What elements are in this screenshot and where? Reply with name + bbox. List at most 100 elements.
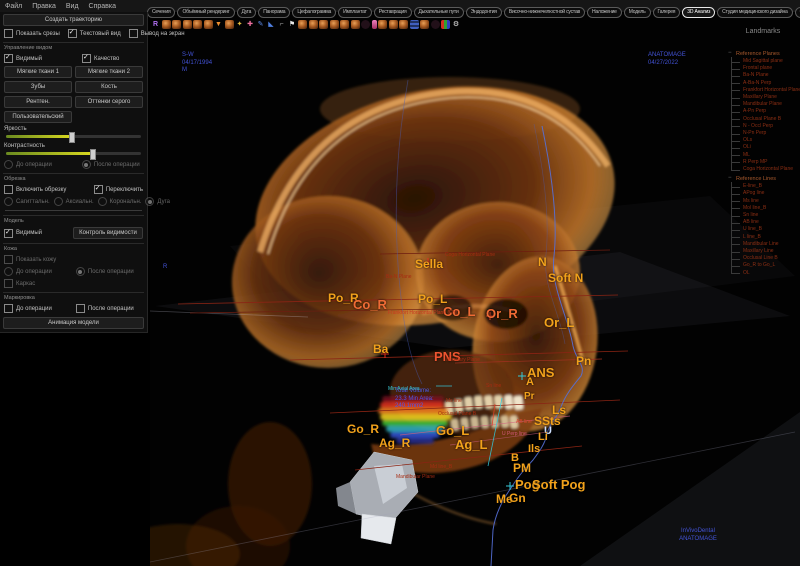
preset-button-6[interactable]: Пользовательский <box>4 111 72 123</box>
grid-icon[interactable] <box>409 20 419 29</box>
flip-clipping-checkbox[interactable]: Переключить <box>93 184 143 194</box>
tree-item[interactable]: Go_R to Go_L <box>731 262 800 269</box>
gear-icon[interactable]: ⚙ <box>452 20 461 29</box>
tree-item[interactable]: A-Ba-N Perp <box>731 80 800 87</box>
tab-Височно-нижнечелюстной сустав[interactable]: Височно-нижнечелюстной сустав <box>503 7 585 18</box>
skull-icon[interactable] <box>182 20 192 29</box>
flag-icon[interactable]: ⚑ <box>288 20 297 29</box>
skull-icon[interactable] <box>172 20 181 29</box>
text-view-checkbox[interactable]: Текстовый вид <box>67 28 121 38</box>
tree-item[interactable]: Occlusal Plane B <box>731 116 800 123</box>
arrow-icon[interactable]: ▼ <box>214 20 223 29</box>
tree-item[interactable]: Sn line <box>731 212 800 219</box>
tree-item[interactable]: Ms line <box>731 198 800 205</box>
pre-op-radio[interactable]: До операции <box>4 160 52 169</box>
skull-icon[interactable] <box>193 20 202 29</box>
tree-item[interactable]: L line_B <box>731 234 800 241</box>
tree-item[interactable]: Mandibular Line <box>731 241 800 248</box>
skull-icon[interactable] <box>224 20 234 29</box>
menu-item-Вид[interactable]: Вид <box>66 3 79 10</box>
tab-Объёмный рендеринг[interactable]: Объёмный рендеринг <box>177 7 235 18</box>
skull-icon[interactable] <box>420 20 429 29</box>
tree-item[interactable]: Coga Horizontal Plane <box>731 166 800 173</box>
skull-icon[interactable] <box>388 20 398 29</box>
tab-Эндодонтия[interactable]: Эндодонтия <box>465 7 502 18</box>
tree-item[interactable]: OLs <box>731 137 800 144</box>
enable-clipping-checkbox[interactable]: Включить обрезку <box>4 185 66 194</box>
pencil-icon[interactable]: ✎ <box>256 20 265 29</box>
skull-icon[interactable] <box>329 20 339 29</box>
skin-post-op-radio[interactable]: После операции <box>75 267 134 276</box>
r-icon[interactable]: R <box>151 20 160 29</box>
clip-mode-Дуга[interactable]: Дуга <box>145 197 170 206</box>
tab-Наложение[interactable]: Наложение <box>587 7 622 18</box>
tab-Дуга[interactable]: Дуга <box>236 7 257 18</box>
skull-icon[interactable] <box>399 20 408 29</box>
skull-icon[interactable] <box>203 20 213 29</box>
tree-item[interactable]: Ba-N Plane <box>731 72 800 79</box>
visible-checkbox[interactable]: Видимый <box>4 53 42 63</box>
skull-icon[interactable] <box>161 20 171 29</box>
tree-group-Reference Lines[interactable]: Reference Lines <box>728 175 800 182</box>
skin-wireframe-checkbox[interactable]: Каркас <box>4 279 35 288</box>
cross-icon[interactable]: ✚ <box>246 20 255 29</box>
dot-icon[interactable] <box>361 20 370 29</box>
skull-icon[interactable] <box>298 20 307 29</box>
preset-button-3[interactable]: Кость <box>75 81 143 93</box>
preset-button-4[interactable]: Рентген. <box>4 96 72 108</box>
tree-item[interactable]: Occlusal Line B <box>731 255 800 262</box>
corner-icon[interactable]: ⌐ <box>277 20 286 29</box>
show-slices-checkbox[interactable]: Показать срезы <box>4 29 60 38</box>
skull-icon[interactable] <box>340 20 349 29</box>
contrast-slider[interactable] <box>6 149 141 160</box>
skull-icon[interactable] <box>308 20 318 29</box>
tab-Студия медицинского дизайна[interactable]: Студия медицинского дизайна <box>717 7 793 18</box>
markup-post-op-checkbox[interactable]: После операции <box>75 304 134 313</box>
tree-item[interactable]: N - Occl Perp <box>731 123 800 130</box>
show-skin-checkbox[interactable]: Показать кожу <box>4 255 56 264</box>
tab-Имплантат[interactable]: Имплантат <box>338 7 372 18</box>
dot-icon[interactable] <box>430 20 440 29</box>
tree-item[interactable]: A-Pn Perp <box>731 108 800 115</box>
menu-item-Справка[interactable]: Справка <box>89 3 116 10</box>
tree-item[interactable]: R Perp MP <box>731 159 800 166</box>
menu-item-Правка[interactable]: Правка <box>32 3 56 10</box>
star-icon[interactable]: ✦ <box>235 20 244 29</box>
skull-icon[interactable] <box>350 20 360 29</box>
tree-item[interactable]: E-line_B <box>731 183 800 190</box>
tree-item[interactable]: AB line <box>731 219 800 226</box>
brightness-slider[interactable] <box>6 132 141 143</box>
tab-Панорама[interactable]: Панорама <box>258 7 291 18</box>
tree-item[interactable]: OLi <box>731 144 800 151</box>
tree-item[interactable]: Frontal plane <box>731 65 800 72</box>
output-checkbox[interactable]: Вывод на экран <box>128 29 185 38</box>
preset-button-0[interactable]: Мягкие ткани 1 <box>4 66 72 78</box>
tree-item[interactable]: Frankfort Horizontal Plane (FH) <box>731 87 800 94</box>
tab-Дыхательные пути[interactable]: Дыхательные пути <box>413 7 464 18</box>
tree-item[interactable]: N-Pn Perp <box>731 130 800 137</box>
skin-pre-op-radio[interactable]: До операции <box>4 267 52 276</box>
model-visible-checkbox[interactable]: Видимый <box>4 228 42 238</box>
tree-item[interactable]: OL <box>731 270 800 277</box>
markup-pre-op-checkbox[interactable]: До операции <box>4 304 52 313</box>
create-trajectory-button[interactable]: Создать траекторию <box>3 14 144 26</box>
tree-item[interactable]: Maxillary Line <box>731 248 800 255</box>
tab-Реставрация[interactable]: Реставрация <box>373 7 412 18</box>
clip-mode-Сагиттальн.[interactable]: Сагиттальн. <box>4 197 50 206</box>
tab-Модель[interactable]: Модель <box>623 7 651 18</box>
ruler-icon[interactable]: ◣ <box>267 20 276 29</box>
tree-item[interactable]: U line_B <box>731 226 800 233</box>
tree-item[interactable]: Mandibular Plane <box>731 101 800 108</box>
menu-item-Файл[interactable]: Файл <box>5 3 22 10</box>
clip-mode-Корональн.[interactable]: Корональн. <box>97 197 141 206</box>
tree-item[interactable]: Mid Sagittal plane <box>731 58 800 65</box>
3d-viewport[interactable]: S-W 04/17/1994 M ANATOMAGE 04/27/2022 R … <box>150 14 800 566</box>
model-animation-button[interactable]: Анимация модели <box>3 317 144 329</box>
preset-button-5[interactable]: Оттенки серого <box>75 96 143 108</box>
skull-icon[interactable] <box>378 20 387 29</box>
skull-icon[interactable] <box>319 20 328 29</box>
tab-Отчет[interactable]: Отчет <box>794 7 800 18</box>
quality-checkbox[interactable]: Качество <box>82 53 119 63</box>
tree-item[interactable]: Mol line_B <box>731 205 800 212</box>
tab-Цефалограмма[interactable]: Цефалограмма <box>292 7 337 18</box>
